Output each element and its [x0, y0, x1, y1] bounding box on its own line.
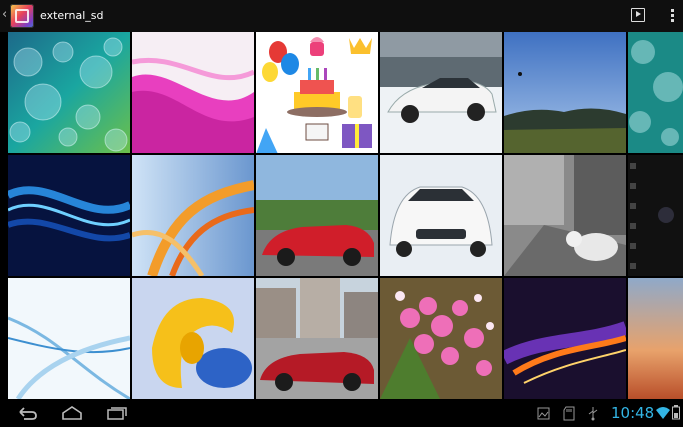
thumbnail-white-car-front[interactable]: [380, 155, 502, 276]
thumbnail-sunset-partial[interactable]: [628, 278, 683, 399]
chevron-left-icon[interactable]: ‹: [2, 7, 8, 23]
thumbnail-street-dog[interactable]: [504, 155, 626, 276]
thumbnail-grid: [8, 32, 683, 400]
thumbnail-dark-film-partial[interactable]: [628, 155, 683, 276]
thumbnail-pink-swirl[interactable]: [132, 32, 254, 153]
thumbnail-blue-wave[interactable]: [8, 155, 130, 276]
status-clock: 10:48: [611, 404, 655, 422]
action-bar: ‹ external_sd: [0, 0, 683, 32]
back-icon[interactable]: [16, 405, 38, 421]
thumbnail-bokeh-blue[interactable]: [8, 32, 130, 153]
overflow-menu-icon[interactable]: [665, 8, 679, 24]
thumbnail-landscape-hills[interactable]: [504, 32, 626, 153]
sd-card-icon: [563, 406, 575, 421]
thumbnail-white-car-snow[interactable]: [380, 32, 502, 153]
gallery-app-icon[interactable]: [10, 4, 34, 28]
thumbnail-red-convertible-town[interactable]: [256, 278, 378, 399]
wifi-icon: [656, 407, 670, 419]
thumbnail-pink-flowers[interactable]: [380, 278, 502, 399]
thumbnail-light-blue-lines[interactable]: [8, 278, 130, 399]
thumbnail-red-convertible-road[interactable]: [256, 155, 378, 276]
thumbnail-bokeh-partial[interactable]: [628, 32, 683, 153]
system-navigation-bar: 10:48: [0, 400, 683, 427]
album-title: external_sd: [40, 9, 104, 22]
slideshow-icon[interactable]: [631, 8, 645, 22]
thumbnail-birthday-party[interactable]: [256, 32, 378, 153]
gallery-notification-icon: [537, 407, 550, 420]
thumbnail-yellow-blue-3d[interactable]: [132, 278, 254, 399]
thumbnail-orange-curves[interactable]: [132, 155, 254, 276]
recent-apps-icon[interactable]: [106, 405, 128, 421]
battery-icon: [672, 405, 680, 420]
home-icon[interactable]: [60, 405, 84, 421]
thumbnail-light-streaks[interactable]: [504, 278, 626, 399]
usb-icon: [588, 407, 598, 421]
